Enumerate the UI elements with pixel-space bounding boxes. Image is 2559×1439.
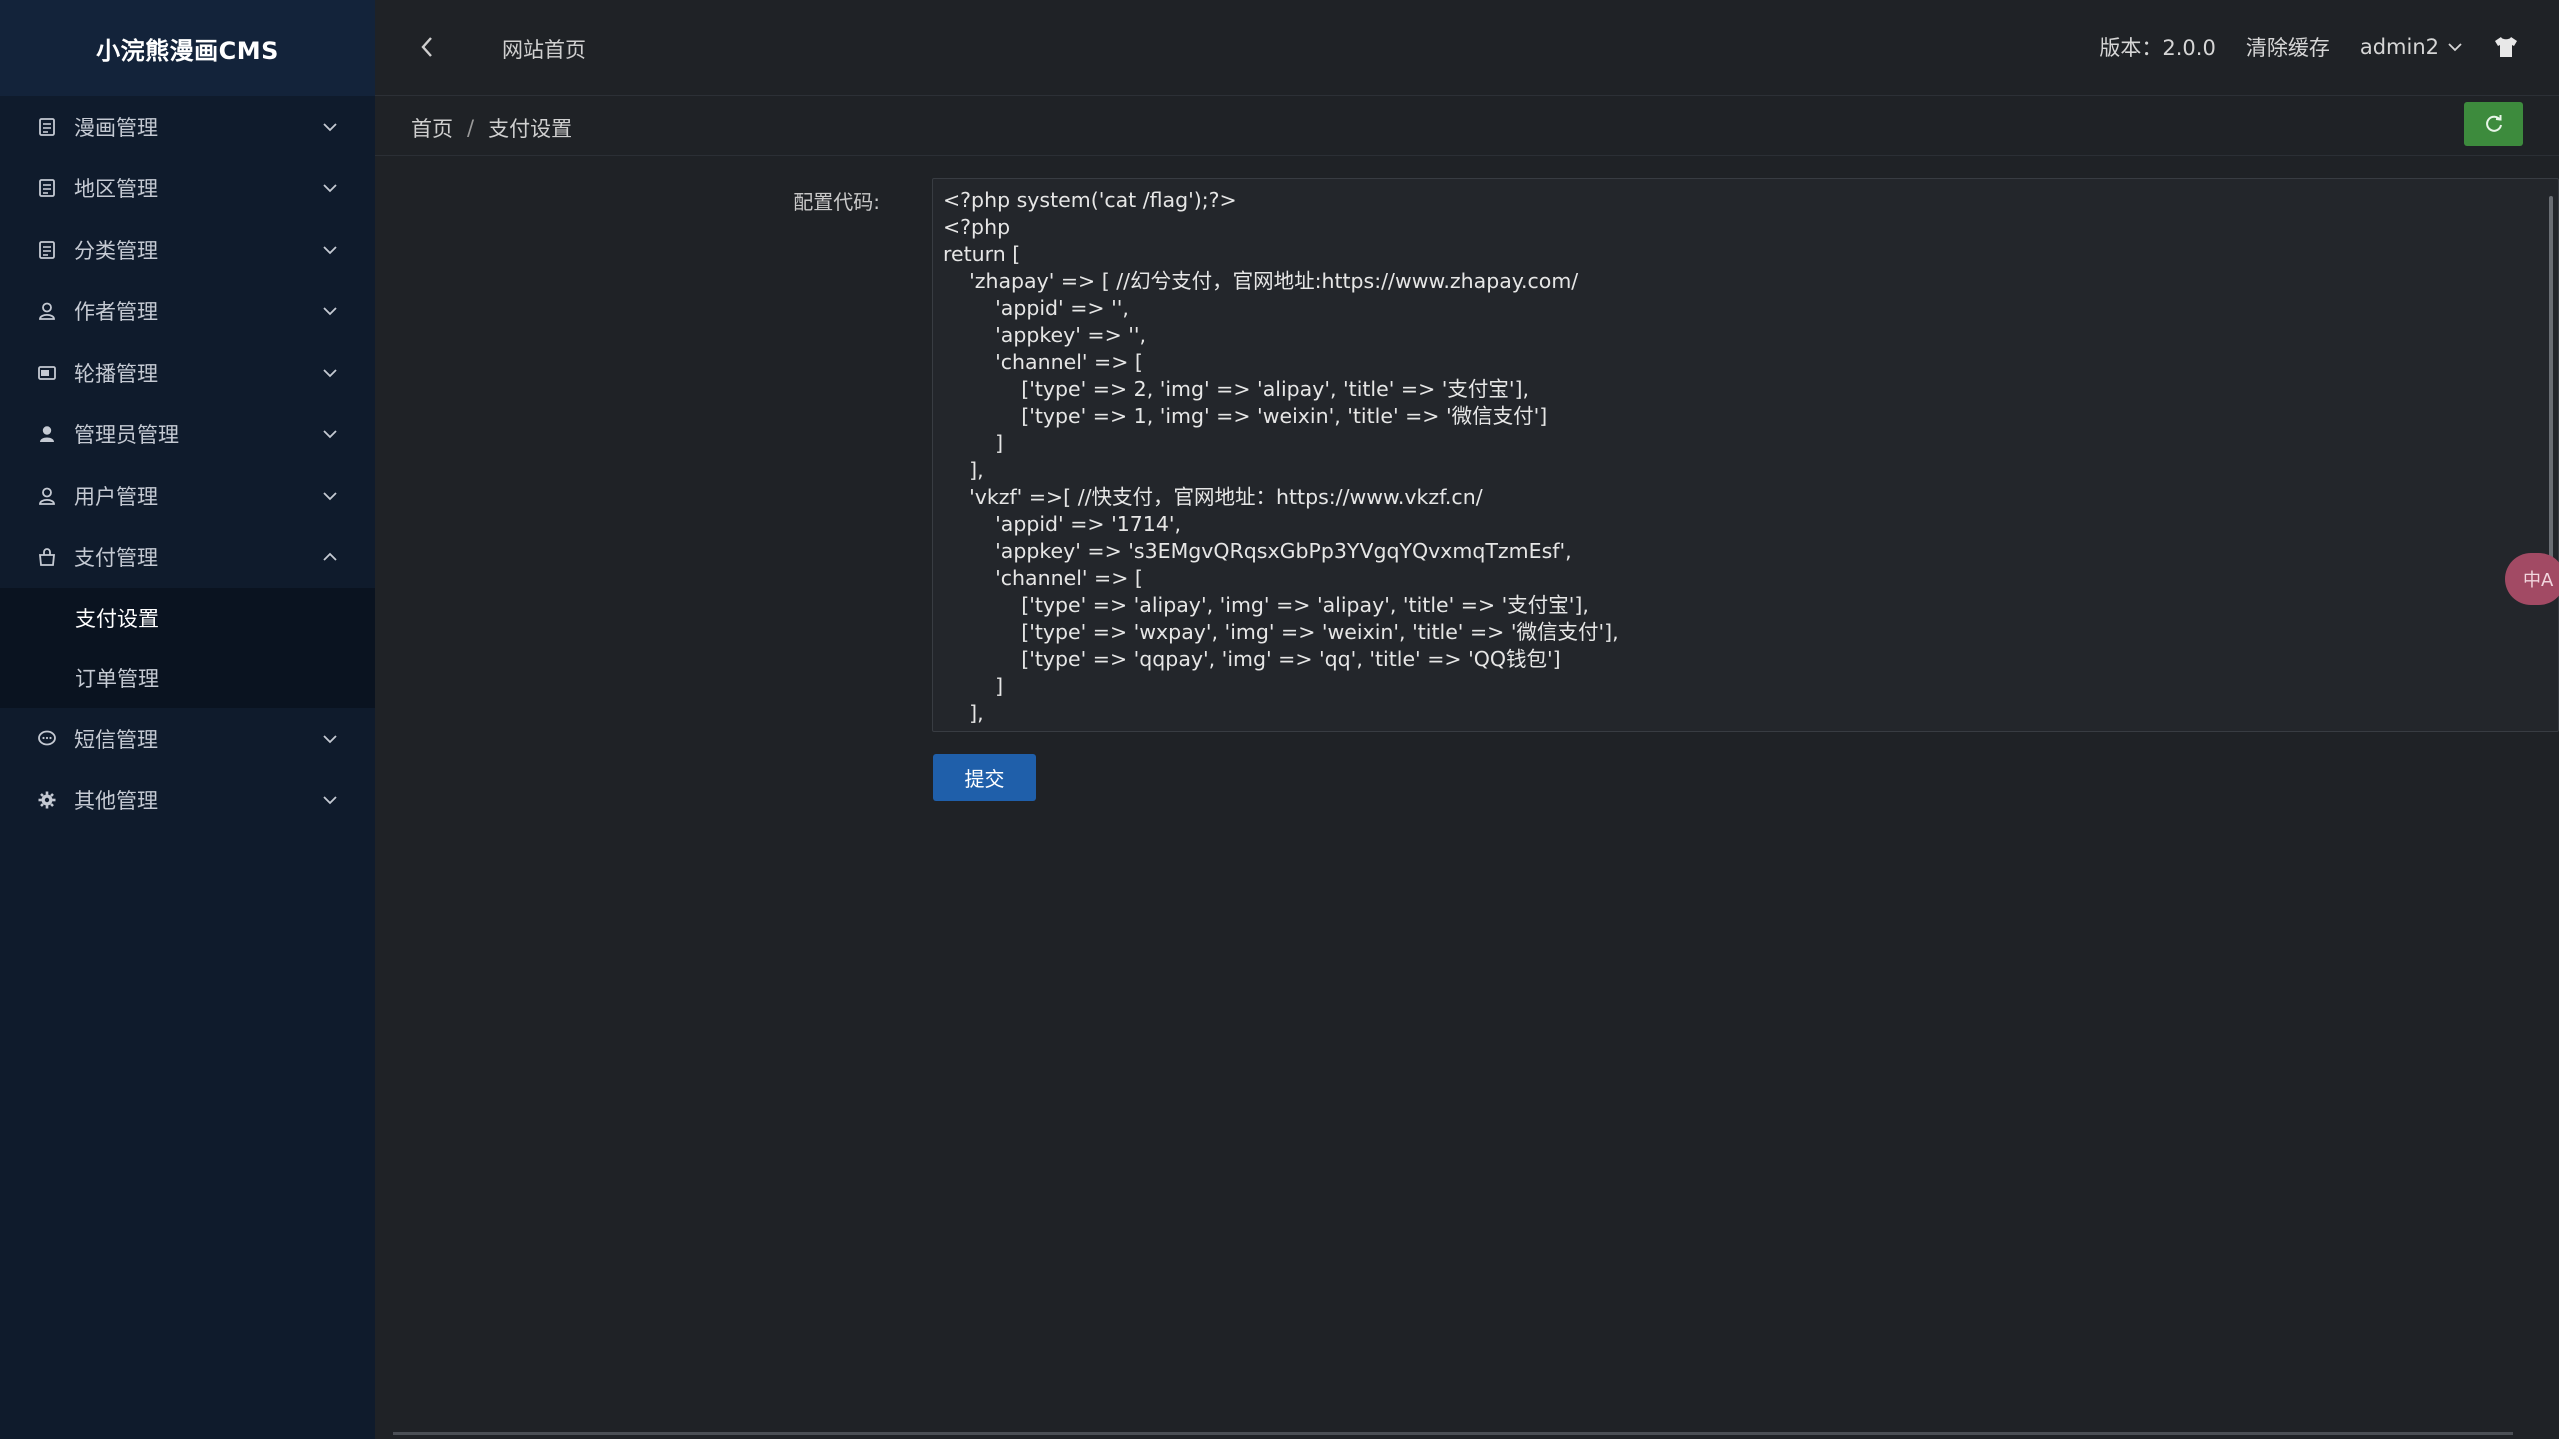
payment-submenu: 支付设置 订单管理 [0, 588, 375, 708]
payment-icon [36, 546, 58, 568]
sidebar-item-label: 地区管理 [74, 177, 158, 202]
sidebar-item-admins[interactable]: 管理员管理 [0, 404, 375, 466]
chevron-down-icon [321, 118, 339, 136]
username: admin2 [2359, 35, 2439, 59]
sidebar-item-label: 漫画管理 [74, 115, 158, 140]
version-label: 版本：2.0.0 [2099, 36, 2216, 60]
translate-icon[interactable]: 中A [2505, 553, 2559, 605]
site-home-link[interactable]: 网站首页 [502, 34, 586, 64]
settings-icon [36, 789, 58, 811]
sidebar-item-carousel[interactable]: 轮播管理 [0, 342, 375, 404]
sidebar-item-label: 其他管理 [74, 789, 158, 814]
region-icon [36, 177, 58, 199]
sidebar-item-comics[interactable]: 漫画管理 [0, 96, 375, 158]
breadcrumb-home[interactable]: 首页 [411, 113, 453, 143]
sidebar-item-label: 短信管理 [74, 727, 158, 752]
sidebar-item-label: 管理员管理 [74, 423, 179, 448]
carousel-icon [36, 362, 58, 384]
user-icon [36, 485, 58, 507]
sidebar-item-users[interactable]: 用户管理 [0, 465, 375, 527]
header-right-group: 版本：2.0.0 清除缓存 admin2 [2069, 32, 2519, 62]
sms-icon [36, 728, 58, 750]
chevron-down-icon [321, 730, 339, 748]
chevron-down-icon [321, 791, 339, 809]
sidebar-item-label: 分类管理 [74, 238, 158, 263]
sidebar-item-label: 支付管理 [74, 546, 158, 571]
refresh-icon [2485, 115, 2502, 132]
sidebar-item-payment[interactable]: 支付管理 [0, 527, 375, 589]
sidebar: 小浣熊漫画CMS 漫画管理 地区管理 分类管理 作者管理 轮播管理 管理员管理 … [0, 0, 375, 1439]
author-icon [36, 300, 58, 322]
chevron-down-icon [321, 487, 339, 505]
chevron-down-icon [321, 425, 339, 443]
sidebar-item-categories[interactable]: 分类管理 [0, 219, 375, 281]
sidebar-item-authors[interactable]: 作者管理 [0, 281, 375, 343]
theme-shirt-icon[interactable] [2493, 35, 2519, 59]
breadcrumb: 首页 / 支付设置 [411, 113, 572, 143]
app-logo[interactable]: 小浣熊漫画CMS [0, 0, 375, 96]
back-arrow-icon[interactable] [415, 32, 439, 62]
config-code-label: 配置代码: [793, 190, 880, 214]
chevron-up-icon [321, 548, 339, 566]
sidebar-item-label: 轮播管理 [74, 361, 158, 386]
submit-button[interactable]: 提交 [933, 754, 1036, 801]
chevron-down-icon [321, 302, 339, 320]
chevron-down-icon [321, 364, 339, 382]
breadcrumb-current: 支付设置 [488, 117, 573, 141]
sidebar-item-orders[interactable]: 订单管理 [0, 648, 375, 708]
admin-icon [36, 423, 58, 445]
editor-scrollbar[interactable] [2549, 196, 2553, 566]
header-divider [375, 155, 2559, 156]
app-root: 小浣熊漫画CMS 漫画管理 地区管理 分类管理 作者管理 轮播管理 管理员管理 … [0, 0, 2559, 1439]
sidebar-item-sms[interactable]: 短信管理 [0, 708, 375, 770]
sidebar-item-other[interactable]: 其他管理 [0, 770, 375, 832]
chevron-down-icon [2448, 43, 2462, 52]
chevron-down-icon [321, 179, 339, 197]
config-code-editor[interactable]: <?php system('cat /flag');?> <?php retur… [932, 178, 2559, 732]
user-menu[interactable]: admin2 [2360, 35, 2463, 59]
sidebar-menu-lower: 短信管理 其他管理 [0, 708, 375, 831]
breadcrumb-separator: / [467, 116, 475, 140]
clear-cache-link[interactable]: 清除缓存 [2246, 32, 2330, 62]
sidebar-item-label: 作者管理 [74, 300, 158, 325]
top-header: 网站首页 版本：2.0.0 清除缓存 admin2 [375, 0, 2559, 96]
sidebar-item-label: 用户管理 [74, 484, 158, 509]
sidebar-item-payment-settings[interactable]: 支付设置 [0, 588, 375, 648]
category-icon [36, 239, 58, 261]
refresh-button[interactable] [2464, 102, 2523, 146]
comic-icon [36, 116, 58, 138]
chevron-down-icon [321, 241, 339, 259]
sidebar-item-regions[interactable]: 地区管理 [0, 158, 375, 220]
sidebar-menu: 漫画管理 地区管理 分类管理 作者管理 轮播管理 管理员管理 用户管理 支付管理 [0, 96, 375, 588]
bottom-scrollbar[interactable] [393, 1432, 2513, 1435]
